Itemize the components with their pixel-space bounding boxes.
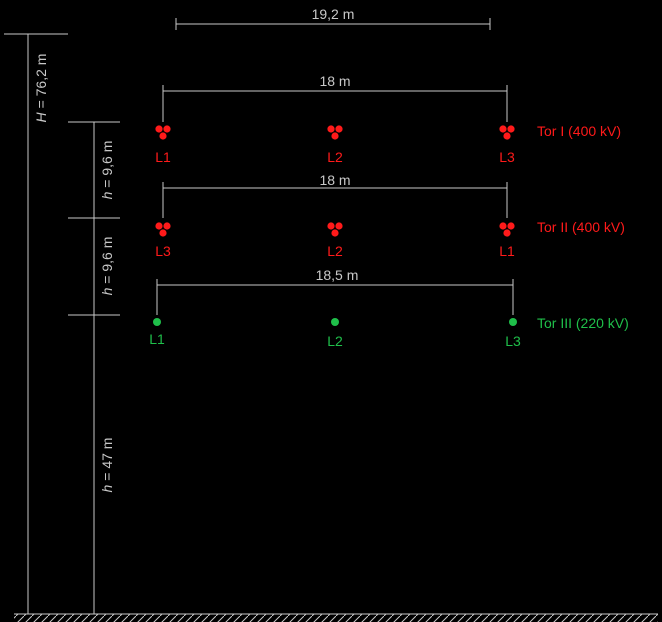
phase-label: L1 — [149, 331, 165, 347]
sub-conductor — [503, 132, 511, 140]
phase-label: L1 — [155, 149, 171, 165]
sub-conductor — [327, 222, 335, 230]
conductor-bundle — [155, 222, 171, 237]
phase-label: L2 — [327, 333, 343, 349]
sub-conductor — [155, 222, 163, 230]
system-2-span-label: 18 m — [319, 172, 350, 188]
system-3-span-label: 18,5 m — [316, 267, 359, 283]
sub-conductor — [503, 229, 511, 237]
sub-conductor — [331, 229, 339, 237]
sub-conductor — [159, 132, 167, 140]
sub-conductor — [159, 229, 167, 237]
height-label-3: h = 47 m — [99, 438, 115, 493]
sub-conductor — [499, 222, 507, 230]
total-height-label: H = 76,2 m — [33, 54, 49, 123]
phase-label: L3 — [499, 149, 515, 165]
conductor-bundle — [499, 125, 515, 140]
conductor-single — [153, 318, 161, 326]
conductor-single — [331, 318, 339, 326]
conductor-single — [509, 318, 517, 326]
sub-conductor — [155, 125, 163, 133]
ground-hatch — [14, 614, 658, 622]
height-label-2: h = 9,6 m — [99, 237, 115, 296]
phase-label: L1 — [499, 243, 515, 259]
conductor-bundle — [327, 222, 343, 237]
top-span-dimension: 19,2 m — [175, 6, 491, 30]
phase-label: L2 — [327, 149, 343, 165]
top-span-label: 19,2 m — [312, 6, 355, 22]
sub-conductor — [499, 125, 507, 133]
phase-label: L2 — [327, 243, 343, 259]
system-2: 18 m L3 L2 L1 Tor II (400 kV) — [155, 172, 625, 259]
sub-conductor — [331, 132, 339, 140]
conductor-bundle — [327, 125, 343, 140]
total-height-dimension: H = 76,2 m — [4, 33, 68, 614]
system-3: 18,5 m L1 L2 L3 Tor III (220 kV) — [149, 267, 629, 349]
sub-conductor — [163, 125, 171, 133]
sub-conductor — [335, 222, 343, 230]
sub-conductor — [163, 222, 171, 230]
system-1-span-label: 18 m — [319, 73, 350, 89]
system-3-label: Tor III (220 kV) — [537, 315, 629, 331]
conductor-bundle — [155, 125, 171, 140]
phase-label: L3 — [155, 243, 171, 259]
height-dimensions: h = 9,6 m h = 9,6 m h = 47 m — [68, 121, 120, 614]
system-1-label: Tor I (400 kV) — [537, 123, 621, 139]
height-label-1: h = 9,6 m — [99, 141, 115, 200]
sub-conductor — [507, 125, 515, 133]
system-2-label: Tor II (400 kV) — [537, 219, 625, 235]
system-1: 18 m L1 L2 L3 Tor I (400 kV) — [155, 73, 621, 165]
phase-label: L3 — [505, 333, 521, 349]
conductor-bundle — [499, 222, 515, 237]
sub-conductor — [335, 125, 343, 133]
sub-conductor — [507, 222, 515, 230]
sub-conductor — [327, 125, 335, 133]
tower-geometry-diagram: 19,2 m H = 76,2 m h = 9,6 m h = 9,6 m h … — [4, 6, 658, 622]
